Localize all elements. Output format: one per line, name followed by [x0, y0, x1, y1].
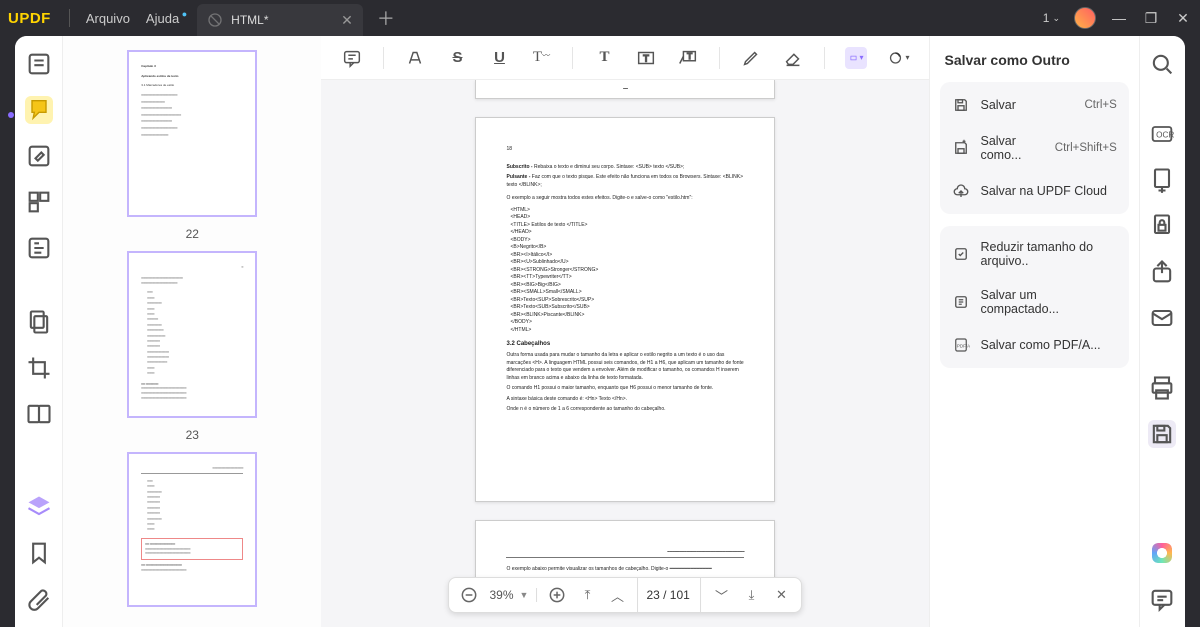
annotation-toolbar: S U T〰 T T T ▾ ▾	[321, 36, 929, 80]
pdfa-icon: PDF/A	[952, 336, 970, 354]
maximize-button[interactable]: ❐	[1142, 10, 1160, 27]
save-compressed-button[interactable]: Salvar um compactado...	[944, 278, 1124, 326]
highlight-icon[interactable]	[404, 47, 426, 69]
ai-icon[interactable]	[1148, 539, 1176, 567]
zoom-in-button[interactable]	[547, 585, 567, 605]
comment-tool[interactable]	[25, 96, 53, 124]
document-scroll[interactable]: ━━ 18 Subscrito - Rebaixa o texto e dimi…	[321, 80, 929, 627]
eraser-icon[interactable]	[782, 47, 804, 69]
crop-tool[interactable]	[25, 354, 53, 382]
email-icon[interactable]	[1148, 304, 1176, 332]
reader-tool[interactable]	[25, 50, 53, 78]
share-icon[interactable]	[1148, 258, 1176, 286]
svg-text:T: T	[644, 53, 650, 63]
reduce-icon	[952, 245, 970, 263]
thumbnail-panel: Capítulo 3 Aplicando estilos de texto 3.…	[63, 36, 321, 627]
squiggly-icon[interactable]: T〰	[530, 47, 552, 69]
search-icon[interactable]	[1148, 50, 1176, 78]
left-tool-rail	[15, 36, 63, 627]
textbox-icon[interactable]: T	[635, 47, 657, 69]
print-icon[interactable]	[1148, 374, 1176, 402]
redact-tool[interactable]	[25, 308, 53, 336]
document-area: S U T〰 T T T ▾ ▾ ━━ 18 Subscrito - Rebai…	[321, 36, 929, 627]
layers-icon[interactable]	[25, 493, 53, 521]
organize-tool[interactable]	[25, 188, 53, 216]
save-pdfa-button[interactable]: PDF/A Salvar como PDF/A...	[944, 326, 1124, 364]
protect-icon[interactable]	[1148, 212, 1176, 240]
menu-help[interactable]: Ajuda●	[138, 7, 187, 30]
zoom-level[interactable]: 39%▼	[490, 588, 538, 602]
svg-text:T: T	[688, 51, 693, 60]
page-number-input[interactable]: 23 / 101	[637, 578, 701, 612]
page-24-head: ━━━━━━━━━━━━━━━━━━━━━━━━━━━━━━━━ O exemp…	[475, 520, 775, 580]
page-22-tail: ━━	[475, 80, 775, 99]
underline-icon[interactable]: U	[488, 47, 510, 69]
save-button[interactable]: Salvar Ctrl+S	[944, 86, 1124, 124]
cloud-icon	[952, 182, 970, 200]
save-panel: Salvar como Outro Salvar Ctrl+S Salvar c…	[929, 36, 1138, 627]
tab-doc-icon	[207, 12, 223, 28]
zoom-out-button[interactable]	[460, 585, 480, 605]
ocr-icon[interactable]: OCR	[1148, 120, 1176, 148]
save-other-icon[interactable]	[1148, 420, 1176, 448]
note-icon[interactable]	[341, 47, 363, 69]
prev-page-button[interactable]: ︿	[607, 585, 627, 605]
user-avatar[interactable]	[1074, 7, 1096, 29]
right-tool-rail: OCR	[1139, 36, 1185, 627]
text-icon[interactable]: T	[593, 47, 615, 69]
save-cloud-button[interactable]: Salvar na UPDF Cloud	[944, 172, 1124, 210]
reduce-size-button[interactable]: Reduzir tamanho do arquivo..	[944, 230, 1124, 278]
edit-tool[interactable]	[25, 142, 53, 170]
callout-icon[interactable]: T	[677, 47, 699, 69]
compress-icon	[952, 293, 970, 311]
bookmark-icon[interactable]	[25, 539, 53, 567]
menu-file[interactable]: Arquivo	[78, 7, 138, 30]
thumbnail-label: 23	[186, 428, 199, 442]
last-page-button[interactable]: ⤓	[741, 585, 761, 605]
window-count[interactable]: 1 ⌄	[1043, 11, 1060, 25]
app-logo: UPDF	[8, 10, 51, 27]
titlebar: UPDF Arquivo Ajuda● HTML* ✕ ＋ 1 ⌄ — ❐ ✕	[0, 0, 1200, 36]
document-tab[interactable]: HTML* ✕	[197, 4, 363, 36]
strikethrough-icon[interactable]: S	[446, 47, 468, 69]
pencil-icon[interactable]	[740, 47, 762, 69]
page-navigation-bar: 39%▼ ⤒ ︿ 23 / 101 ﹀ ⤓ ✕	[449, 577, 803, 613]
thumbnail-22[interactable]: Capítulo 3 Aplicando estilos de texto 3.…	[127, 50, 257, 217]
save-icon	[952, 96, 970, 114]
compare-tool[interactable]	[25, 400, 53, 428]
save-as-icon	[952, 139, 970, 157]
form-tool[interactable]	[25, 234, 53, 262]
first-page-button[interactable]: ⤒	[577, 585, 597, 605]
thumbnail-23[interactable]: ━ ━━━━━━━━━━━━━━━━━━━━━━━━━━━━━━━━━━━━━━…	[127, 251, 257, 418]
tab-title: HTML*	[231, 13, 311, 27]
shape-rect-icon[interactable]: ▾	[845, 47, 867, 69]
chat-icon[interactable]	[1148, 585, 1176, 613]
save-panel-title: Salvar como Outro	[940, 52, 1128, 68]
save-as-button[interactable]: Salvar como... Ctrl+Shift+S	[944, 124, 1124, 172]
tab-close-icon[interactable]: ✕	[341, 12, 353, 29]
next-page-button[interactable]: ﹀	[711, 585, 731, 605]
stamp-icon[interactable]: ▾	[887, 47, 909, 69]
chevron-down-icon: ⌄	[1052, 13, 1060, 24]
close-nav-button[interactable]: ✕	[771, 585, 791, 605]
close-window-button[interactable]: ✕	[1174, 10, 1192, 27]
minimize-button[interactable]: —	[1110, 10, 1128, 26]
page-23: 18 Subscrito - Rebaixa o texto e diminui…	[475, 117, 775, 502]
tab-add-button[interactable]: ＋	[377, 5, 395, 31]
convert-icon[interactable]	[1148, 166, 1176, 194]
svg-text:OCR: OCR	[1157, 131, 1175, 140]
attachment-icon[interactable]	[25, 585, 53, 613]
thumbnail-label: 22	[186, 227, 199, 241]
svg-text:PDF/A: PDF/A	[957, 343, 970, 348]
thumbnail-24[interactable]: ━━━━━━━━━━━━━━━━━ ━━━━━━━━━━━━━━━━━━━━━━…	[127, 452, 257, 607]
